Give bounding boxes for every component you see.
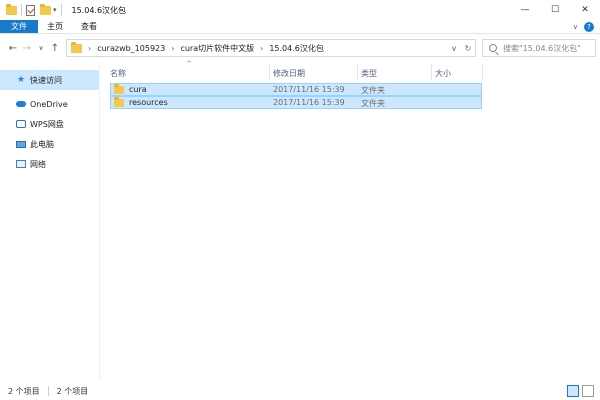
network-icon	[16, 159, 26, 169]
tab-home[interactable]: 主页	[38, 20, 72, 33]
ribbon-right: ∨ ?	[573, 20, 600, 33]
customize-toolbar-chevron-icon[interactable]: ▾	[53, 6, 57, 14]
close-button[interactable]: ✕	[570, 0, 600, 20]
selected-count: 2 个项目	[56, 386, 89, 396]
divider	[60, 4, 62, 16]
sidebar-item-label: 快速访问	[30, 75, 62, 85]
back-button[interactable]: ←	[6, 43, 20, 54]
recent-locations-chevron-icon[interactable]: ∨	[34, 44, 48, 52]
file-type: 文件夹	[361, 99, 385, 108]
folder-icon	[114, 84, 124, 94]
cloud-drive-icon	[16, 119, 26, 129]
search-placeholder[interactable]: 搜索"15.04.6汉化包"	[503, 43, 581, 54]
breadcrumb-current-folder[interactable]: 15.04.6汉化包	[269, 43, 324, 54]
maximize-button[interactable]: ☐	[540, 0, 570, 20]
search-box[interactable]: 搜索"15.04.6汉化包"	[482, 39, 596, 57]
divider	[47, 386, 49, 396]
sidebar-item-quick-access[interactable]: ★ 快速访问	[0, 70, 99, 90]
breadcrumb-cura-software[interactable]: cura切片软件中文版	[180, 43, 254, 54]
star-icon: ★	[16, 75, 26, 85]
file-modified: 2017/11/16 15:39	[273, 98, 345, 107]
refresh-icon[interactable]: ↻	[461, 44, 475, 53]
sidebar-item-this-pc[interactable]: 此电脑	[0, 134, 99, 154]
folder-icon	[114, 97, 124, 107]
folder-icon	[6, 3, 17, 15]
sort-ascending-icon: ^	[186, 60, 192, 68]
window-title: 15.04.6汉化包	[71, 5, 127, 15]
file-list: ^ 名称 修改日期 类型 大小 cura 2017/11/16 15:39 文件…	[104, 60, 596, 380]
navigation-bar: ← → ∨ ↑ › curazwb_105923 › cura切片软件中文版 ›…	[0, 36, 600, 60]
expand-ribbon-chevron-icon[interactable]: ∨	[573, 23, 578, 31]
table-row[interactable]: resources 2017/11/16 15:39 文件夹	[110, 96, 482, 109]
properties-icon[interactable]	[26, 4, 35, 16]
item-count: 2 个项目	[8, 386, 40, 396]
sidebar-item-label: 此电脑	[30, 139, 54, 149]
column-header-type[interactable]: 类型	[361, 66, 377, 80]
breadcrumb-separator[interactable]: ›	[171, 44, 174, 53]
address-tail: ∨ ↻	[447, 40, 475, 56]
breadcrumb-separator[interactable]: ›	[88, 44, 91, 53]
sidebar-item-network[interactable]: 网络	[0, 154, 99, 174]
up-button[interactable]: ↑	[48, 43, 62, 54]
table-row[interactable]: cura 2017/11/16 15:39 文件夹	[110, 83, 482, 96]
folder-icon	[71, 41, 82, 53]
sidebar-item-label: WPS网盘	[30, 119, 64, 129]
view-switcher	[564, 385, 594, 397]
sidebar-item-label: 网络	[30, 159, 46, 169]
column-divider[interactable]	[482, 64, 483, 80]
column-header-name[interactable]: 名称	[110, 66, 126, 80]
search-icon	[489, 44, 497, 52]
sidebar-item-onedrive[interactable]: OneDrive	[0, 94, 99, 114]
title-bar: ▾ 15.04.6汉化包 — ☐ ✕	[0, 0, 600, 20]
breadcrumb-separator[interactable]: ›	[260, 44, 263, 53]
column-divider[interactable]	[357, 64, 358, 80]
column-header-size[interactable]: 大小	[435, 66, 451, 80]
breadcrumb-curazwb[interactable]: curazwb_105923	[97, 44, 165, 53]
cloud-icon	[16, 99, 26, 109]
tab-file[interactable]: 文件	[0, 20, 38, 33]
status-bar: 2 个项目 2 个项目	[0, 382, 600, 400]
tab-view[interactable]: 查看	[72, 20, 106, 33]
column-header-modified[interactable]: 修改日期	[273, 66, 305, 80]
file-type: 文件夹	[361, 86, 385, 95]
sidebar-item-label: OneDrive	[30, 99, 68, 109]
large-icons-view-icon[interactable]	[582, 385, 594, 397]
window-controls: — ☐ ✕	[510, 0, 600, 20]
divider	[21, 4, 22, 16]
column-divider[interactable]	[431, 64, 432, 80]
file-name[interactable]: cura	[129, 85, 147, 94]
forward-button[interactable]: →	[20, 43, 34, 54]
ribbon-tabs: 文件 主页 查看 ∨ ?	[0, 20, 600, 34]
column-divider[interactable]	[269, 64, 270, 80]
details-view-icon[interactable]	[567, 385, 579, 397]
file-modified: 2017/11/16 15:39	[273, 85, 345, 94]
sidebar-item-wps-drive[interactable]: WPS网盘	[0, 114, 99, 134]
help-icon[interactable]: ?	[584, 21, 594, 32]
quick-access-toolbar: ▾	[0, 0, 66, 20]
computer-icon	[16, 139, 26, 149]
file-name[interactable]: resources	[129, 98, 168, 107]
minimize-button[interactable]: —	[510, 0, 540, 20]
new-folder-icon[interactable]	[40, 3, 51, 15]
address-history-chevron-icon[interactable]: ∨	[447, 44, 461, 53]
navigation-pane: ★ 快速访问 OneDrive WPS网盘 此电脑 网络	[0, 62, 100, 380]
address-bar[interactable]: › curazwb_105923 › cura切片软件中文版 › 15.04.6…	[66, 39, 476, 57]
